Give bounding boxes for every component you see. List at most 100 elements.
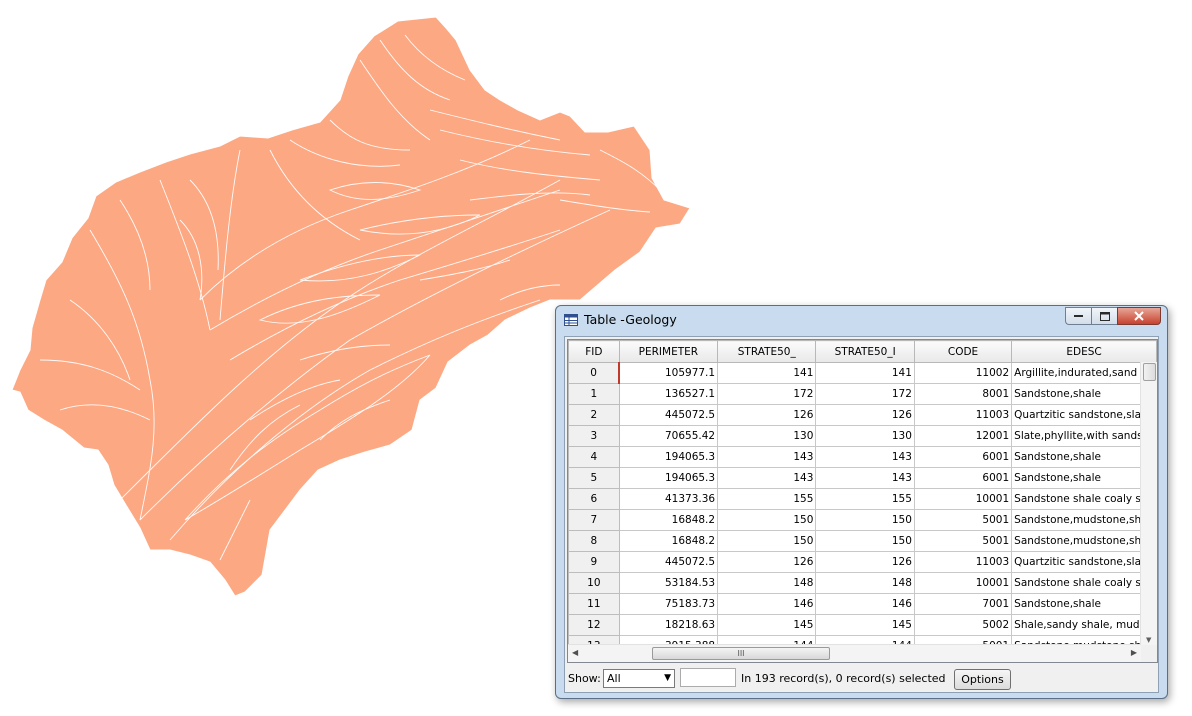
scroll-down-arrow-icon[interactable]: ▼ [1146,636,1151,644]
scroll-right-arrow-icon[interactable]: ▶ [1131,648,1137,657]
table-cell[interactable]: 11003 [913,551,1013,573]
table-cell[interactable]: Sandstone,shale [1011,383,1157,405]
table-cell[interactable]: Sandstone,shale [1011,446,1157,468]
table-row[interactable]: 0 105977.1 141 141 11002 Argillite,indurated,… [568,362,1157,384]
table-cell[interactable]: 7001 [913,593,1013,615]
table-cell[interactable]: Sandstone shale coaly sha [1011,572,1157,594]
table-cell[interactable]: Sandstone,shale [1011,467,1157,489]
table-cell[interactable]: 148 [717,572,817,594]
table-cell[interactable]: Quartzitic sandstone,slate [1011,404,1157,426]
row-selector-cell[interactable]: 3 [568,425,620,447]
row-selector-cell[interactable]: 0 [568,362,621,384]
table-cell[interactable]: 150 [815,509,915,531]
horizontal-scroll-thumb[interactable]: III [652,647,830,660]
table-cell[interactable]: 16848.2 [618,509,719,531]
table-row[interactable]: 7 16848.2 150 150 5001 Sandstone,mudstone,sha [568,509,1157,531]
table-cell[interactable]: Sandstone shale coaly sha [1011,488,1157,510]
horizontal-scrollbar[interactable]: ◀ III ▶ [568,644,1141,662]
table-row[interactable]: 3 70655.42 130 130 12001 Slate,phyllite,with … [568,425,1157,447]
table-cell[interactable]: 172 [815,383,915,405]
table-cell[interactable]: 126 [815,551,915,573]
table-cell[interactable]: 130 [815,425,915,447]
table-cell[interactable]: 445072.5 [618,551,719,573]
row-selector-cell[interactable]: 4 [568,446,620,468]
options-button[interactable]: Options [954,669,1011,690]
table-cell[interactable]: 143 [815,446,915,468]
table-row[interactable]: 9 445072.5 126 126 11003 Quartzitic sandstone… [568,551,1157,573]
table-cell[interactable]: Sandstone,mudstone,sha [1011,530,1157,552]
table-cell[interactable]: 6001 [913,446,1013,468]
table-cell[interactable]: 5001 [913,509,1013,531]
table-cell[interactable]: 150 [717,509,817,531]
row-selector-cell[interactable]: 8 [568,530,620,552]
table-cell[interactable]: 16848.2 [618,530,719,552]
close-button[interactable] [1117,307,1161,325]
column-header-strate50-i[interactable]: STRATE50_I [815,340,915,363]
table-cell[interactable]: 141 [717,362,817,384]
table-cell[interactable]: 126 [717,551,817,573]
table-cell[interactable]: 11002 [913,362,1013,384]
minimize-button[interactable] [1065,307,1091,325]
table-cell[interactable]: Shale,sandy shale, mudst [1011,614,1157,636]
table-row[interactable]: 10 53184.53 148 148 10001 Sandstone shale coa… [568,572,1157,594]
table-cell[interactable]: 141 [815,362,915,384]
table-row[interactable]: 11 75183.73 146 146 7001 Sandstone,shale [568,593,1157,615]
table-cell[interactable]: 75183.73 [618,593,719,615]
table-row[interactable]: 2 445072.5 126 126 11003 Quartzitic sandstone… [568,404,1157,426]
row-selector-cell[interactable]: 10 [568,572,620,594]
table-cell[interactable]: 143 [717,467,817,489]
table-cell[interactable]: 41373.36 [618,488,719,510]
table-row[interactable]: 6 41373.36 155 155 10001 Sandstone shale coal… [568,488,1157,510]
vertical-scroll-thumb[interactable] [1143,363,1156,381]
show-filter-dropdown[interactable]: All ▼ [603,669,675,688]
table-cell[interactable]: 12001 [913,425,1013,447]
table-row[interactable]: 5 194065.3 143 143 6001 Sandstone,shale [568,467,1157,489]
table-cell[interactable]: 11003 [913,404,1013,426]
table-cell[interactable]: Sandstone,shale [1011,593,1157,615]
table-cell[interactable]: 10001 [913,572,1013,594]
vertical-scrollbar[interactable]: ▼ [1140,362,1157,645]
table-cell[interactable]: 148 [815,572,915,594]
table-cell[interactable]: 143 [717,446,817,468]
table-cell[interactable]: Quartzitic sandstone,slate [1011,551,1157,573]
table-cell[interactable]: 136527.1 [618,383,719,405]
table-cell[interactable]: 155 [717,488,817,510]
table-cell[interactable]: 194065.3 [618,446,719,468]
table-cell[interactable]: 172 [717,383,817,405]
table-cell[interactable]: 8001 [913,383,1013,405]
table-cell[interactable]: 53184.53 [618,572,719,594]
table-cell[interactable]: Argillite,indurated,sand [1011,362,1157,384]
table-cell[interactable]: 146 [717,593,817,615]
table-cell[interactable]: 145 [815,614,915,636]
table-cell[interactable]: 145 [717,614,817,636]
row-selector-cell[interactable]: 11 [568,593,620,615]
table-cell[interactable]: 146 [815,593,915,615]
column-header-code[interactable]: CODE [913,340,1013,363]
table-cell[interactable]: 5001 [913,530,1013,552]
table-cell[interactable]: 126 [815,404,915,426]
table-cell[interactable]: 10001 [913,488,1013,510]
record-number-input[interactable] [680,668,736,687]
table-row[interactable]: 8 16848.2 150 150 5001 Sandstone,mudstone,sha [568,530,1157,552]
table-cell[interactable]: 150 [815,530,915,552]
row-selector-cell[interactable]: 5 [568,467,620,489]
table-cell[interactable]: 150 [717,530,817,552]
table-cell[interactable]: 130 [717,425,817,447]
table-cell[interactable]: 126 [717,404,817,426]
table-row[interactable]: 12 18218.63 145 145 5002 Shale,sandy shale, m… [568,614,1157,636]
column-header-strate50[interactable]: STRATE50_ [717,340,817,363]
table-cell[interactable]: 5002 [913,614,1013,636]
table-cell[interactable]: 105977.1 [618,362,719,384]
column-header-perimeter[interactable]: PERIMETER [618,340,719,363]
row-selector-cell[interactable]: 2 [568,404,620,426]
scroll-left-arrow-icon[interactable]: ◀ [572,648,578,657]
column-header-fid[interactable]: FID [568,340,620,363]
table-cell[interactable]: Sandstone,mudstone,sha [1011,509,1157,531]
maximize-button[interactable] [1091,307,1117,325]
table-cell[interactable]: Slate,phyllite,with sandsto [1011,425,1157,447]
row-selector-cell[interactable]: 7 [568,509,620,531]
row-selector-cell[interactable]: 1 [568,383,620,405]
table-row[interactable]: 1 136527.1 172 172 8001 Sandstone,shale [568,383,1157,405]
window-titlebar[interactable]: Table -Geology [556,306,1167,336]
table-cell[interactable]: 70655.42 [618,425,719,447]
